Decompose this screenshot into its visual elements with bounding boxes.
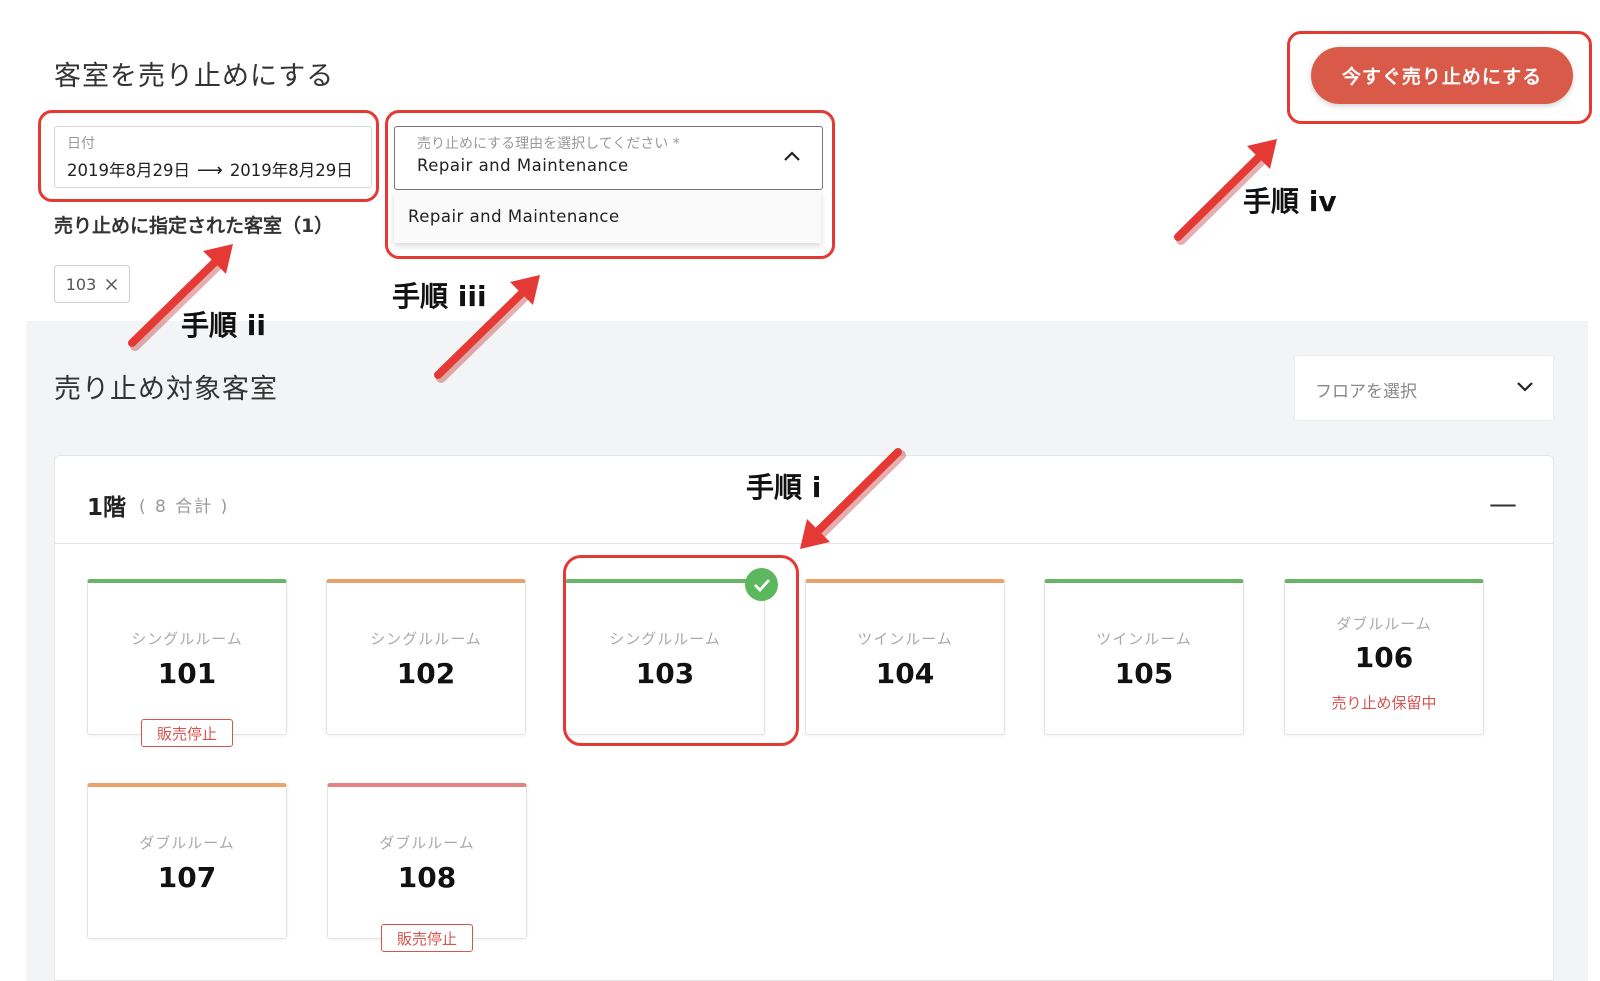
action-highlight-box xyxy=(1287,31,1592,124)
room-type: ダブルルーム xyxy=(1336,615,1432,633)
floor-select[interactable]: フロアを選択 xyxy=(1294,355,1554,421)
floor-name: 1階 xyxy=(87,495,127,521)
chip-label: 103 xyxy=(65,274,97,294)
close-icon[interactable] xyxy=(105,278,118,291)
chevron-down-icon[interactable] xyxy=(1515,379,1535,393)
selected-rooms-heading: 売り止めに指定された客室（1） xyxy=(54,215,334,237)
step-iv-label: 手順 iv xyxy=(1243,185,1337,218)
room-type: ダブルルーム xyxy=(139,834,235,852)
room-number: 105 xyxy=(1114,657,1174,690)
room-card-104[interactable]: ツインルーム 104 xyxy=(805,579,1005,735)
block-pending-status: 売り止め保留中 xyxy=(1331,694,1437,712)
page-title: 客室を売り止めにする xyxy=(54,61,335,92)
room-type: シングルルーム xyxy=(370,630,482,648)
room-card-106[interactable]: ダブルルーム 106 売り止め保留中 xyxy=(1284,579,1484,735)
room-number: 104 xyxy=(875,657,935,690)
room-type: ツインルーム xyxy=(857,630,953,648)
room-card-105[interactable]: ツインルーム 105 xyxy=(1044,579,1244,735)
collapse-icon[interactable]: — xyxy=(1489,487,1517,520)
room-number: 107 xyxy=(157,861,217,894)
room-number: 101 xyxy=(157,657,217,690)
selected-room-chip[interactable]: 103 xyxy=(54,265,130,303)
room-card-101[interactable]: シングルルーム 101 xyxy=(87,579,287,735)
room-card-107[interactable]: ダブルルーム 107 xyxy=(87,783,287,939)
room-card-108[interactable]: ダブルルーム 108 xyxy=(327,783,527,939)
room-number: 106 xyxy=(1354,641,1414,674)
room-card-102[interactable]: シングルルーム 102 xyxy=(326,579,526,735)
room-type: シングルルーム xyxy=(131,630,243,648)
floor-select-placeholder: フロアを選択 xyxy=(1315,382,1417,402)
step-iii-label: 手順 iii xyxy=(392,280,487,313)
target-rooms-title: 売り止め対象客室 xyxy=(54,374,278,405)
room-number: 108 xyxy=(397,861,457,894)
sales-stopped-badge: 販売停止 xyxy=(141,719,233,747)
floor-room-count: ( 8 合計 ) xyxy=(139,497,230,517)
date-highlight-box xyxy=(38,110,379,202)
reason-highlight-box xyxy=(385,110,835,259)
sales-stopped-badge: 販売停止 xyxy=(381,924,473,952)
room-103-highlight-box xyxy=(563,555,799,746)
step-ii-label: 手順 ii xyxy=(181,309,266,342)
room-type: ダブルルーム xyxy=(379,834,475,852)
step-i-label: 手順 i xyxy=(746,471,822,504)
room-number: 102 xyxy=(396,657,456,690)
room-type: ツインルーム xyxy=(1096,630,1192,648)
